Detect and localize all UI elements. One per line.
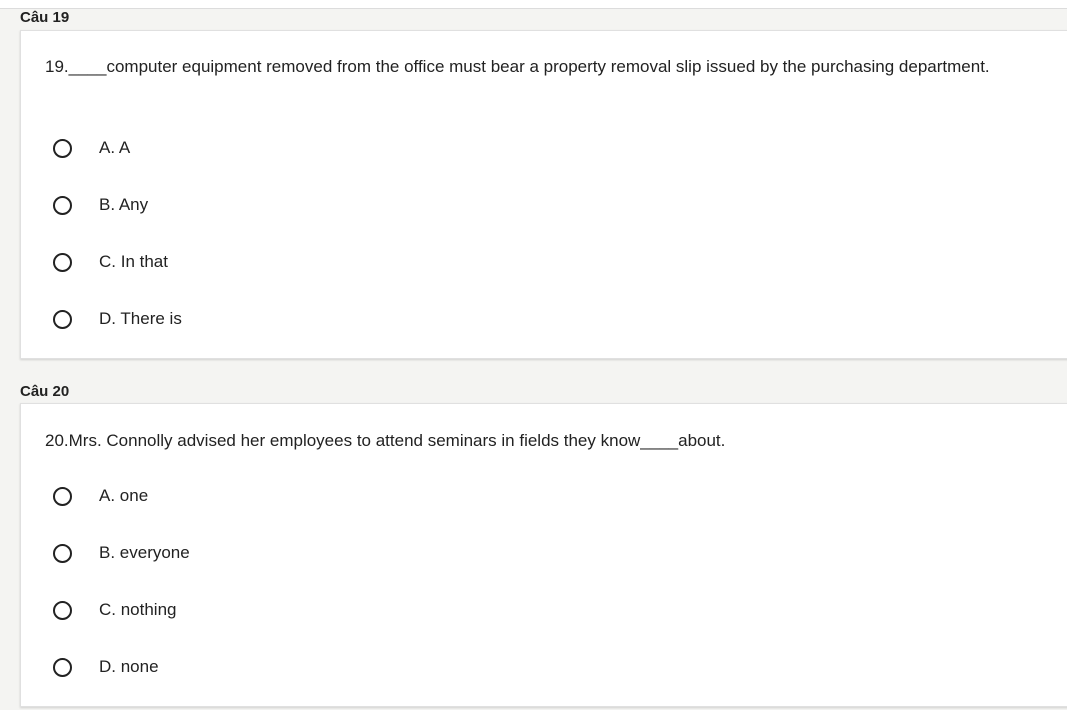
option-20-c[interactable]: C. nothing	[53, 598, 177, 622]
question-20-text: 20.Mrs. Connolly advised her employees t…	[45, 431, 726, 450]
radio-icon[interactable]	[53, 600, 72, 620]
radio-icon[interactable]	[53, 486, 72, 506]
option-label: A. A	[99, 138, 131, 157]
radio-icon[interactable]	[53, 543, 72, 563]
option-20-a[interactable]: A. one	[53, 484, 148, 508]
radio-icon[interactable]	[53, 195, 72, 215]
option-label: B. everyone	[99, 543, 190, 562]
option-label: D. none	[99, 657, 159, 676]
option-20-b[interactable]: B. everyone	[53, 541, 190, 565]
question-20-label: Câu 20	[20, 383, 70, 400]
radio-icon[interactable]	[53, 138, 72, 158]
option-19-d[interactable]: D. There is	[53, 307, 182, 331]
option-label: A. one	[99, 486, 149, 505]
option-label: B. Any	[99, 195, 149, 214]
radio-icon[interactable]	[53, 252, 72, 272]
question-19-label: Câu 19	[20, 9, 70, 26]
option-19-b[interactable]: B. Any	[53, 193, 148, 217]
top-bar	[0, 0, 1067, 9]
option-19-c[interactable]: C. In that	[53, 250, 168, 274]
option-19-a[interactable]: A. A	[53, 136, 130, 160]
question-19-text: 19.____computer equipment removed from t…	[45, 57, 990, 76]
option-label: D. There is	[99, 309, 182, 328]
question-19-card: 19.____computer equipment removed from t…	[20, 30, 1067, 359]
radio-icon[interactable]	[53, 309, 72, 329]
radio-icon[interactable]	[53, 657, 72, 677]
option-20-d[interactable]: D. none	[53, 655, 159, 679]
question-20-card: 20.Mrs. Connolly advised her employees t…	[20, 403, 1067, 707]
option-label: C. In that	[99, 252, 168, 271]
option-label: C. nothing	[99, 600, 177, 619]
